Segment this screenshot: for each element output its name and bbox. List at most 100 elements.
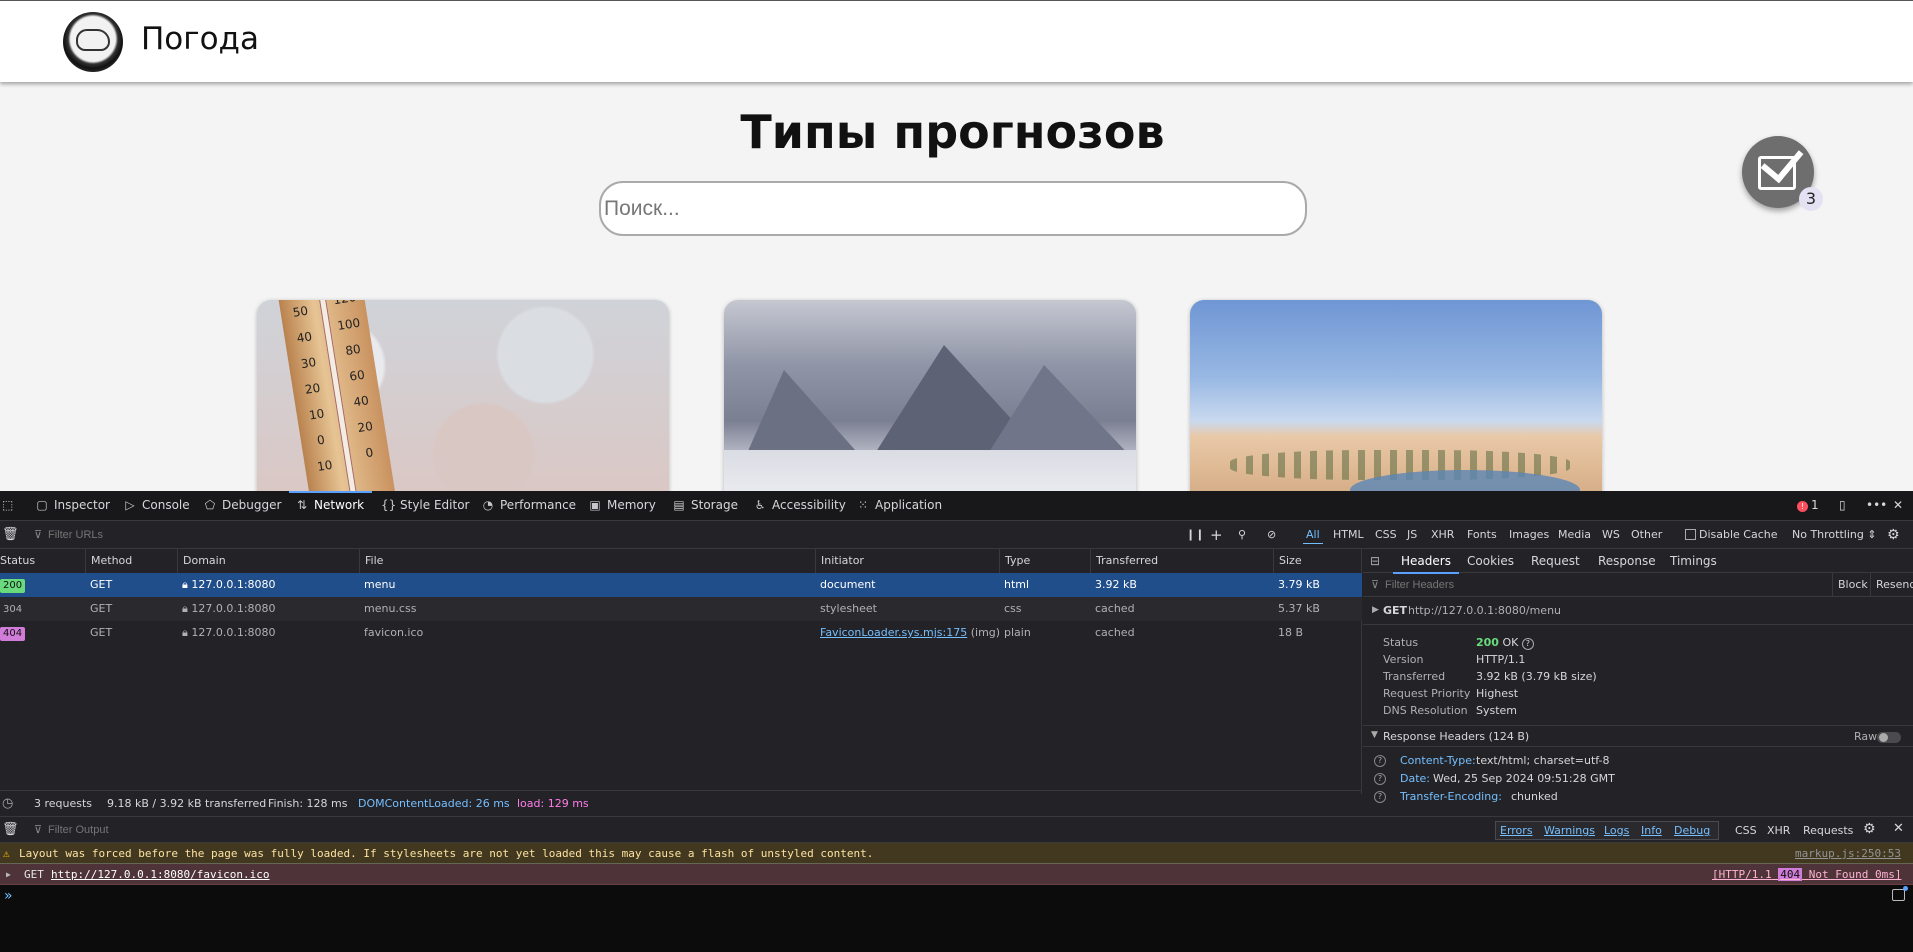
- block-icon[interactable]: ⊘: [1267, 521, 1276, 549]
- tab-response[interactable]: Response: [1598, 549, 1656, 573]
- tab-console[interactable]: ▷ Console: [123, 491, 189, 521]
- forecast-card-desert[interactable]: [1190, 300, 1602, 491]
- column-header-domain[interactable]: Domain: [177, 549, 359, 573]
- add-icon[interactable]: +: [1210, 521, 1223, 549]
- response-headers-section[interactable]: ▼ Response Headers (124 B) Raw: [1363, 725, 1913, 747]
- filter-logs[interactable]: Logs: [1604, 823, 1629, 838]
- filter-ws[interactable]: WS: [1602, 521, 1620, 549]
- request-url-link[interactable]: http://127.0.0.1:8080/favicon.ico: [51, 864, 270, 885]
- pause-icon[interactable]: ❙❙: [1186, 521, 1204, 549]
- help-icon[interactable]: ?: [1374, 791, 1386, 803]
- filter-js[interactable]: JS: [1407, 521, 1417, 549]
- throttling-select[interactable]: No Throttling ⇕: [1792, 521, 1877, 549]
- disable-cache-checkbox[interactable]: Disable Cache: [1685, 521, 1778, 549]
- table-row[interactable]: 404 GET 🔒︎ 127.0.0.1:8080 favicon.ico Fa…: [0, 621, 1362, 645]
- toggle-sidebar-icon[interactable]: ⊟: [1370, 549, 1380, 573]
- element-picker-icon[interactable]: ⬚: [2, 491, 13, 521]
- gear-icon[interactable]: ⚙: [1887, 521, 1900, 549]
- request-type: html: [1004, 578, 1030, 591]
- expand-arrow-icon[interactable]: ▶: [6, 864, 11, 885]
- console-input-area[interactable]: »: [0, 885, 1913, 952]
- column-header-method[interactable]: Method: [85, 549, 177, 573]
- request-size: 3.79 kB: [1278, 578, 1320, 591]
- filter-xhr[interactable]: XHR: [1767, 823, 1790, 838]
- dock-side-icon[interactable]: ▯: [1839, 491, 1846, 521]
- search-icon[interactable]: ⚲: [1238, 521, 1246, 549]
- block-button[interactable]: Block: [1838, 578, 1868, 591]
- filter-css[interactable]: CSS: [1375, 521, 1397, 549]
- tab-network[interactable]: ⇅ Network: [288, 491, 373, 521]
- close-console-icon[interactable]: ✕: [1893, 821, 1904, 836]
- tab-inspector[interactable]: ▢ Inspector: [35, 491, 110, 521]
- tab-style-editor[interactable]: {} Style Editor: [381, 491, 469, 521]
- tab-debugger[interactable]: ⬠ Debugger: [203, 491, 282, 521]
- raw-toggle[interactable]: [1877, 732, 1901, 743]
- site-logo[interactable]: [63, 12, 123, 72]
- tab-application[interactable]: ⁙ Application: [856, 491, 942, 521]
- help-icon[interactable]: ?: [1374, 755, 1386, 767]
- warning-text: Layout was forced before the page was fu…: [19, 847, 874, 860]
- filter-headers-input[interactable]: [1385, 577, 1685, 593]
- initiator-link[interactable]: FaviconLoader.sys.mjs:175: [820, 626, 967, 639]
- warning-source-link[interactable]: markup.js:250:53: [1795, 843, 1901, 864]
- filter-all[interactable]: All: [1303, 521, 1323, 549]
- site-title[interactable]: Погода: [141, 21, 259, 57]
- help-icon[interactable]: ?: [1521, 638, 1534, 650]
- tab-timings[interactable]: Timings: [1670, 549, 1717, 573]
- filter-output-input[interactable]: [48, 822, 348, 838]
- filter-fonts[interactable]: Fonts: [1467, 521, 1497, 549]
- filter-errors[interactable]: Errors: [1500, 823, 1533, 838]
- filter-info[interactable]: Info: [1641, 823, 1662, 838]
- field-value: HTTP/1.1: [1476, 653, 1526, 666]
- lock-icon: 🔒︎: [182, 578, 188, 591]
- resend-button[interactable]: Resend: [1876, 578, 1913, 591]
- thermometer-label: 30: [299, 354, 318, 372]
- filter-urls-input[interactable]: [48, 527, 348, 543]
- tab-performance[interactable]: ◔ Performance: [481, 491, 576, 521]
- tab-accessibility[interactable]: ♿ Accessibility: [753, 491, 846, 521]
- tab-memory[interactable]: ▣ Memory: [588, 491, 655, 521]
- tab-request[interactable]: Request: [1531, 549, 1580, 573]
- filter-media[interactable]: Media: [1558, 521, 1591, 549]
- filter-requests[interactable]: Requests: [1803, 823, 1853, 838]
- editor-mode-icon[interactable]: [1892, 886, 1908, 901]
- filter-css[interactable]: CSS: [1735, 823, 1757, 838]
- console-warning-message[interactable]: ⚠ Layout was forced before the page was …: [0, 843, 1913, 864]
- close-devtools-icon[interactable]: ✕: [1893, 491, 1903, 521]
- forecast-card-mountains[interactable]: [724, 300, 1136, 491]
- error-count-indicator[interactable]: ! 1: [1797, 491, 1819, 521]
- trash-icon[interactable]: 🗑: [2, 822, 19, 837]
- column-header-transferred[interactable]: Transferred: [1090, 549, 1273, 573]
- filter-other[interactable]: Other: [1631, 521, 1662, 549]
- search-input[interactable]: [599, 181, 1307, 236]
- tab-label: Network: [314, 498, 365, 512]
- chevron-updown-icon: ⇕: [1867, 528, 1877, 541]
- column-header-file[interactable]: File: [359, 549, 815, 573]
- filter-html[interactable]: HTML: [1333, 521, 1364, 549]
- filter-xhr[interactable]: XHR: [1431, 521, 1454, 549]
- trash-icon[interactable]: 🗑: [2, 521, 19, 549]
- request-line[interactable]: ▶ GET http://127.0.0.1:8080/menu: [1363, 597, 1913, 625]
- forecast-card-temperature[interactable]: 50 120 40 100 30 80 20 60 10 40 0 20 10 …: [257, 300, 669, 491]
- table-row[interactable]: 304 GET 🔒︎ 127.0.0.1:8080 menu.css style…: [0, 597, 1362, 621]
- tab-headers[interactable]: Headers: [1393, 549, 1459, 574]
- column-header-size[interactable]: Size: [1273, 549, 1362, 573]
- thermometer-label: 10: [308, 406, 326, 423]
- gear-icon[interactable]: ⚙: [1863, 821, 1876, 837]
- table-row[interactable]: 200 GET 🔒︎ 127.0.0.1:8080 menu document …: [0, 573, 1362, 597]
- filter-images[interactable]: Images: [1509, 521, 1549, 549]
- column-header-status[interactable]: Status: [0, 549, 85, 573]
- response-status-link[interactable]: [HTTP/1.1 404 Not Found 0ms]: [1712, 864, 1901, 885]
- request-transferred: 3.92 kB: [1095, 578, 1137, 591]
- console-network-message[interactable]: ▶ GET http://127.0.0.1:8080/favicon.ico …: [0, 864, 1913, 885]
- tab-cookies[interactable]: Cookies: [1467, 549, 1514, 573]
- filter-warnings[interactable]: Warnings: [1544, 823, 1595, 838]
- thermometer-label: 0: [316, 432, 326, 448]
- stopwatch-icon[interactable]: ◷: [2, 791, 13, 817]
- tab-storage[interactable]: ▤ Storage: [672, 491, 738, 521]
- filter-debug[interactable]: Debug: [1674, 823, 1710, 838]
- help-icon[interactable]: ?: [1374, 773, 1386, 785]
- more-options-icon[interactable]: •••: [1866, 491, 1887, 521]
- column-header-initiator[interactable]: Initiator: [815, 549, 999, 573]
- column-header-type[interactable]: Type: [999, 549, 1090, 573]
